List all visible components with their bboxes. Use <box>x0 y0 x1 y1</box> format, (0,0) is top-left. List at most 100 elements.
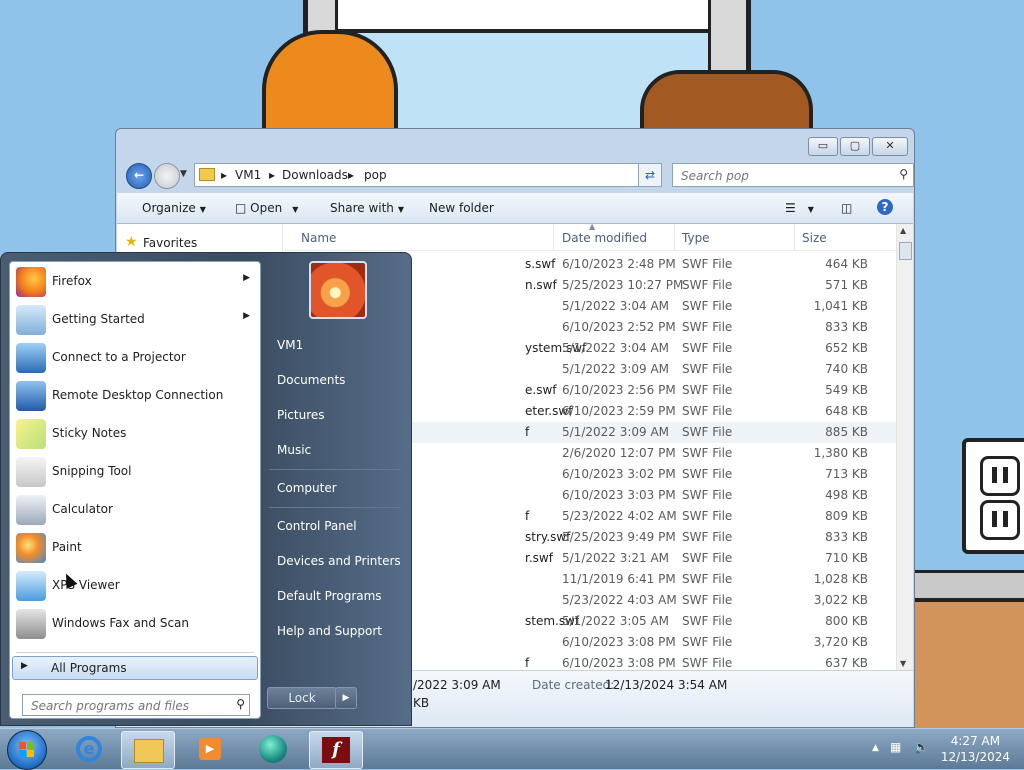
start-program-item[interactable]: Paint <box>10 530 260 566</box>
start-program-item[interactable]: Sticky Notes <box>10 416 260 452</box>
start-program-item[interactable]: Firefox ▶ <box>10 264 260 300</box>
address-bar[interactable]: ▸ VM1 ▸ Downloads ▸ pop ▼ <box>194 163 656 187</box>
sort-ascending-icon: ▲ <box>589 222 596 231</box>
file-size: 885 KB <box>825 425 868 439</box>
column-date-modified[interactable]: Date modified <box>562 231 647 245</box>
column-divider[interactable] <box>553 224 554 250</box>
start-place-item[interactable]: Devices and Printers <box>277 554 401 568</box>
file-size: 571 KB <box>825 278 868 292</box>
vertical-scrollbar[interactable]: ▲ ▼ <box>896 224 913 670</box>
user-picture[interactable] <box>309 261 367 319</box>
search-icon[interactable]: ⚲ <box>899 167 908 181</box>
file-date: 5/23/2022 4:02 AM <box>562 509 677 523</box>
show-hidden-icons[interactable]: ▲ <box>872 743 879 753</box>
start-place-item[interactable]: Default Programs <box>277 589 382 603</box>
minimize-button[interactable]: ▭ <box>808 137 838 156</box>
breadcrumb-separator[interactable]: ▸ <box>348 168 354 182</box>
search-icon[interactable]: ⚲ <box>236 697 245 711</box>
recent-pages-dropdown[interactable]: ▼ <box>180 169 187 179</box>
breadcrumb-separator[interactable]: ▸ <box>221 168 227 182</box>
start-program-label: Remote Desktop Connection <box>52 388 224 402</box>
column-divider[interactable] <box>674 224 675 250</box>
start-place-item[interactable]: Help and Support <box>277 624 382 638</box>
column-type[interactable]: Type <box>682 231 710 245</box>
back-button[interactable]: ← <box>126 163 152 189</box>
refresh-icon[interactable]: ⇄ <box>638 163 662 187</box>
start-place-item[interactable]: Music <box>277 443 311 457</box>
taskbar-media-player[interactable]: ▶ <box>185 731 237 767</box>
start-program-item[interactable]: Connect to a Projector <box>10 340 260 376</box>
wallpaper-window-top <box>335 0 711 32</box>
taskbar-flash-player[interactable]: f <box>309 731 363 769</box>
new-folder-button[interactable]: New folder <box>429 201 494 215</box>
file-type: SWF File <box>682 425 733 439</box>
taskbar-internet-explorer[interactable]: e <box>64 731 116 767</box>
start-program-label: Getting Started <box>52 312 145 326</box>
divider <box>16 652 254 653</box>
file-size: 710 KB <box>825 551 868 565</box>
taskbar-app-globe[interactable] <box>248 731 300 767</box>
breadcrumb-vm1[interactable]: VM1 <box>235 168 261 182</box>
start-search-box[interactable]: ⚲ <box>22 694 250 716</box>
nav-favorites[interactable]: Favorites <box>143 236 197 250</box>
breadcrumb-pop[interactable]: pop <box>364 168 387 182</box>
volume-muted-icon[interactable]: 🔈 <box>914 740 929 754</box>
start-search-input[interactable] <box>29 698 223 714</box>
column-divider[interactable] <box>794 224 795 250</box>
shutdown-options-button[interactable]: ▶ <box>335 687 357 709</box>
file-size: 1,041 KB <box>813 299 868 313</box>
forward-button[interactable] <box>154 163 180 189</box>
file-date: 5/1/2022 3:04 AM <box>562 299 670 313</box>
lock-button[interactable]: Lock <box>267 687 337 709</box>
scroll-up-icon[interactable]: ▲ <box>900 226 906 235</box>
start-program-item[interactable]: XPS Viewer <box>10 568 260 604</box>
organize-button[interactable]: Organize ▼ <box>142 201 206 215</box>
command-bar: Organize ▼ □ Open ▼ Share with ▼ New folder… <box>117 193 913 224</box>
start-place-item[interactable]: Documents <box>277 373 345 387</box>
start-program-label: Connect to a Projector <box>52 350 186 364</box>
search-box[interactable]: ⚲ <box>672 163 914 187</box>
open-button[interactable]: □ Open ▼ <box>235 201 298 215</box>
start-program-item[interactable]: Getting Started ▶ <box>10 302 260 338</box>
view-options-icon[interactable]: ☰ ▼ <box>785 201 814 215</box>
start-button[interactable] <box>7 730 47 770</box>
start-place-item[interactable]: Pictures <box>277 408 325 422</box>
breadcrumb-downloads[interactable]: Downloads <box>282 168 348 182</box>
start-place-item[interactable]: Control Panel <box>277 519 357 533</box>
file-type: SWF File <box>682 614 733 628</box>
file-type: SWF File <box>682 299 733 313</box>
file-name: e.swf <box>525 383 557 397</box>
scroll-down-icon[interactable]: ▼ <box>900 659 906 668</box>
start-place-item[interactable]: Computer <box>277 481 337 495</box>
column-size[interactable]: Size <box>802 231 827 245</box>
help-icon[interactable]: ? <box>877 199 893 215</box>
file-date: 6/10/2023 3:08 PM <box>562 635 676 649</box>
close-button[interactable]: ✕ <box>872 137 908 156</box>
file-type: SWF File <box>682 362 733 376</box>
column-name[interactable]: Name <box>301 231 336 245</box>
file-size: 833 KB <box>825 320 868 334</box>
start-menu: ▶ All Programs ⚲ Firefox▶Getting Started… <box>0 252 412 726</box>
file-date: 5/1/2022 3:09 AM <box>562 362 670 376</box>
taskbar-windows-explorer[interactable] <box>121 731 175 769</box>
all-programs-button[interactable]: ▶ All Programs <box>12 656 258 680</box>
search-input[interactable] <box>679 168 883 184</box>
start-place-item[interactable]: VM1 <box>277 338 303 352</box>
file-date: 5/1/2022 3:04 AM <box>562 341 670 355</box>
maximize-button[interactable]: ▢ <box>840 137 870 156</box>
file-date: 6/10/2023 3:08 PM <box>562 656 676 670</box>
start-program-item[interactable]: Windows Fax and Scan <box>10 606 260 642</box>
file-size: 833 KB <box>825 530 868 544</box>
share-with-button[interactable]: Share with ▼ <box>330 201 404 215</box>
breadcrumb-separator[interactable]: ▸ <box>269 168 275 182</box>
network-icon[interactable]: ▦ <box>890 740 901 754</box>
scroll-thumb[interactable] <box>899 242 912 260</box>
start-program-item[interactable]: Snipping Tool <box>10 454 260 490</box>
file-date: 6/10/2023 3:02 PM <box>562 467 676 481</box>
details-date-created-label: Date created: <box>532 678 615 692</box>
system-clock[interactable]: 4:27 AM 12/13/2024 <box>941 733 1010 765</box>
file-type: SWF File <box>682 572 733 586</box>
start-program-item[interactable]: Remote Desktop Connection <box>10 378 260 414</box>
preview-pane-icon[interactable]: ◫ <box>841 201 852 215</box>
start-program-item[interactable]: Calculator <box>10 492 260 528</box>
